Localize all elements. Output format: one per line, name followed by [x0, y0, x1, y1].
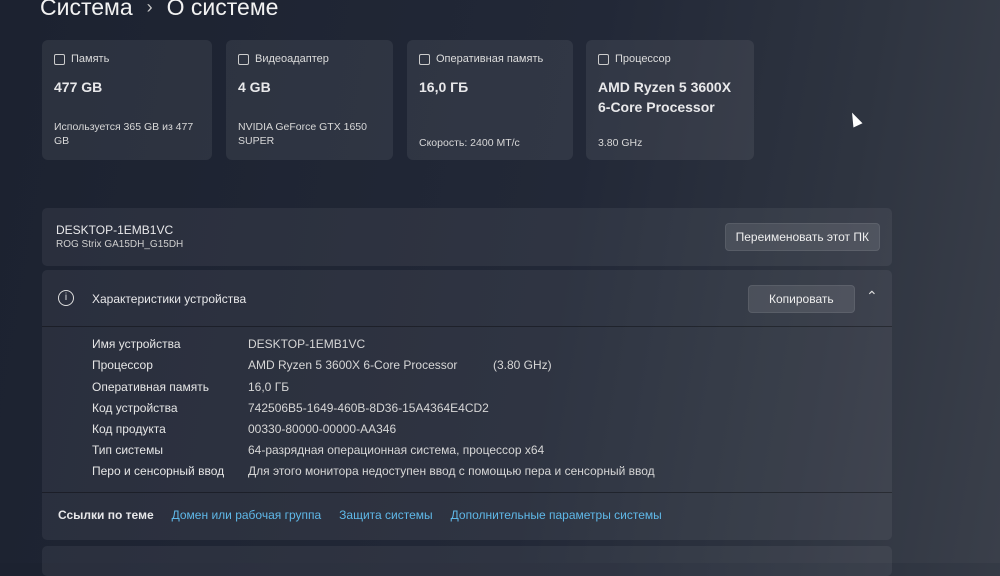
card-title: Видеоадаптер — [255, 53, 329, 65]
rename-pc-button[interactable]: Переименовать этот ПК — [724, 223, 880, 251]
device-name: DESKTOP-1EMB1VC — [56, 223, 174, 237]
card-title: Оперативная память — [436, 53, 544, 65]
specs-title: Характеристики устройства — [92, 292, 247, 306]
copy-button[interactable]: Копировать — [748, 285, 855, 313]
device-name-panel: DESKTOP-1EMB1VC ROG Strix GA15DH_G15DH П… — [42, 208, 892, 266]
spec-value: 64-разрядная операционная система, проце… — [248, 443, 545, 457]
related-links-label: Ссылки по теме — [58, 508, 154, 522]
next-panel — [42, 546, 892, 576]
related-links: Ссылки по теме Домен или рабочая группа … — [58, 508, 662, 522]
card-title: Процессор — [615, 53, 671, 65]
divider — [42, 492, 892, 493]
storage-card: Память 477 GB Используется 365 GB из 477… — [42, 40, 212, 160]
spec-key: Код устройства — [92, 401, 178, 415]
mouse-cursor-icon — [847, 110, 863, 128]
spec-value: 00330-80000-00000-AA346 — [248, 422, 397, 436]
card-sub: Используется 365 GB из 477 GB — [54, 121, 194, 147]
spec-row: Тип системы 64-разрядная операционная сис… — [92, 443, 544, 457]
spec-value: 16,0 ГБ — [248, 380, 290, 394]
cpu-icon — [598, 53, 609, 65]
spec-row: Код продукта 00330-80000-00000-AA346 — [92, 422, 396, 436]
card-value: 477 GB — [54, 79, 103, 95]
page-title: О системе — [166, 0, 279, 20]
spec-value: DESKTOP-1EMB1VC — [248, 337, 366, 351]
card-value: AMD Ryzen 5 3600X 6-Core Processor — [598, 79, 732, 115]
gpu-card: Видеоадаптер 4 GB NVIDIA GeForce GTX 165… — [226, 40, 393, 160]
spec-row: Перо и сенсорный ввод Для этого монитора … — [92, 464, 655, 478]
card-sub: 3.80 GHz — [598, 137, 643, 149]
spec-key: Перо и сенсорный ввод — [92, 464, 225, 478]
gpu-icon — [238, 53, 249, 65]
spec-row: Процессор AMD Ryzen 5 3600X 6-Core Proces… — [92, 358, 552, 372]
spec-key: Код продукта — [92, 422, 166, 436]
spec-value: Для этого монитора недоступен ввод с пом… — [248, 464, 655, 478]
card-sub: NVIDIA GeForce GTX 1650 SUPER — [238, 121, 367, 147]
link-advanced-system-settings[interactable]: Дополнительные параметры системы — [451, 508, 662, 522]
link-domain-workgroup[interactable]: Домен или рабочая группа — [172, 508, 322, 522]
spec-key: Оперативная память — [92, 380, 209, 394]
ram-card: Оперативная память 16,0 ГБ Скорость: 240… — [407, 40, 573, 160]
spec-value: 742506B5-1649-460B-8D36-15A4364E4CD2 — [248, 401, 489, 415]
spec-extra: (3.80 GHz) — [493, 358, 552, 372]
storage-icon — [54, 53, 65, 65]
ram-icon — [419, 53, 430, 65]
info-icon: i — [58, 290, 74, 306]
card-sub: Скорость: 2400 МТ/с — [419, 137, 520, 149]
spec-key: Имя устройства — [92, 337, 181, 351]
spec-key: Тип системы — [92, 443, 163, 457]
link-system-protection[interactable]: Защита системы — [339, 508, 432, 522]
card-value: 16,0 ГБ — [419, 79, 469, 95]
spec-key: Процессор — [92, 358, 153, 372]
spec-row: Оперативная память 16,0 ГБ — [92, 380, 289, 394]
cpu-card: Процессор AMD Ryzen 5 3600X 6-Core Proce… — [586, 40, 754, 160]
chevron-right-icon: › — [146, 0, 153, 17]
divider — [42, 326, 892, 327]
card-value: 4 GB — [238, 79, 271, 95]
spec-row: Код устройства 742506B5-1649-460B-8D36-15… — [92, 401, 489, 415]
card-title: Память — [71, 53, 110, 65]
breadcrumb: Система › О системе — [40, 0, 278, 21]
chevron-up-icon[interactable]: ⌃ — [866, 288, 878, 305]
spec-row: Имя устройства DESKTOP-1EMB1VC — [92, 337, 365, 351]
spec-value: AMD Ryzen 5 3600X 6-Core Processor — [248, 358, 458, 372]
device-model: ROG Strix GA15DH_G15DH — [56, 239, 184, 250]
breadcrumb-parent[interactable]: Система — [40, 0, 133, 21]
